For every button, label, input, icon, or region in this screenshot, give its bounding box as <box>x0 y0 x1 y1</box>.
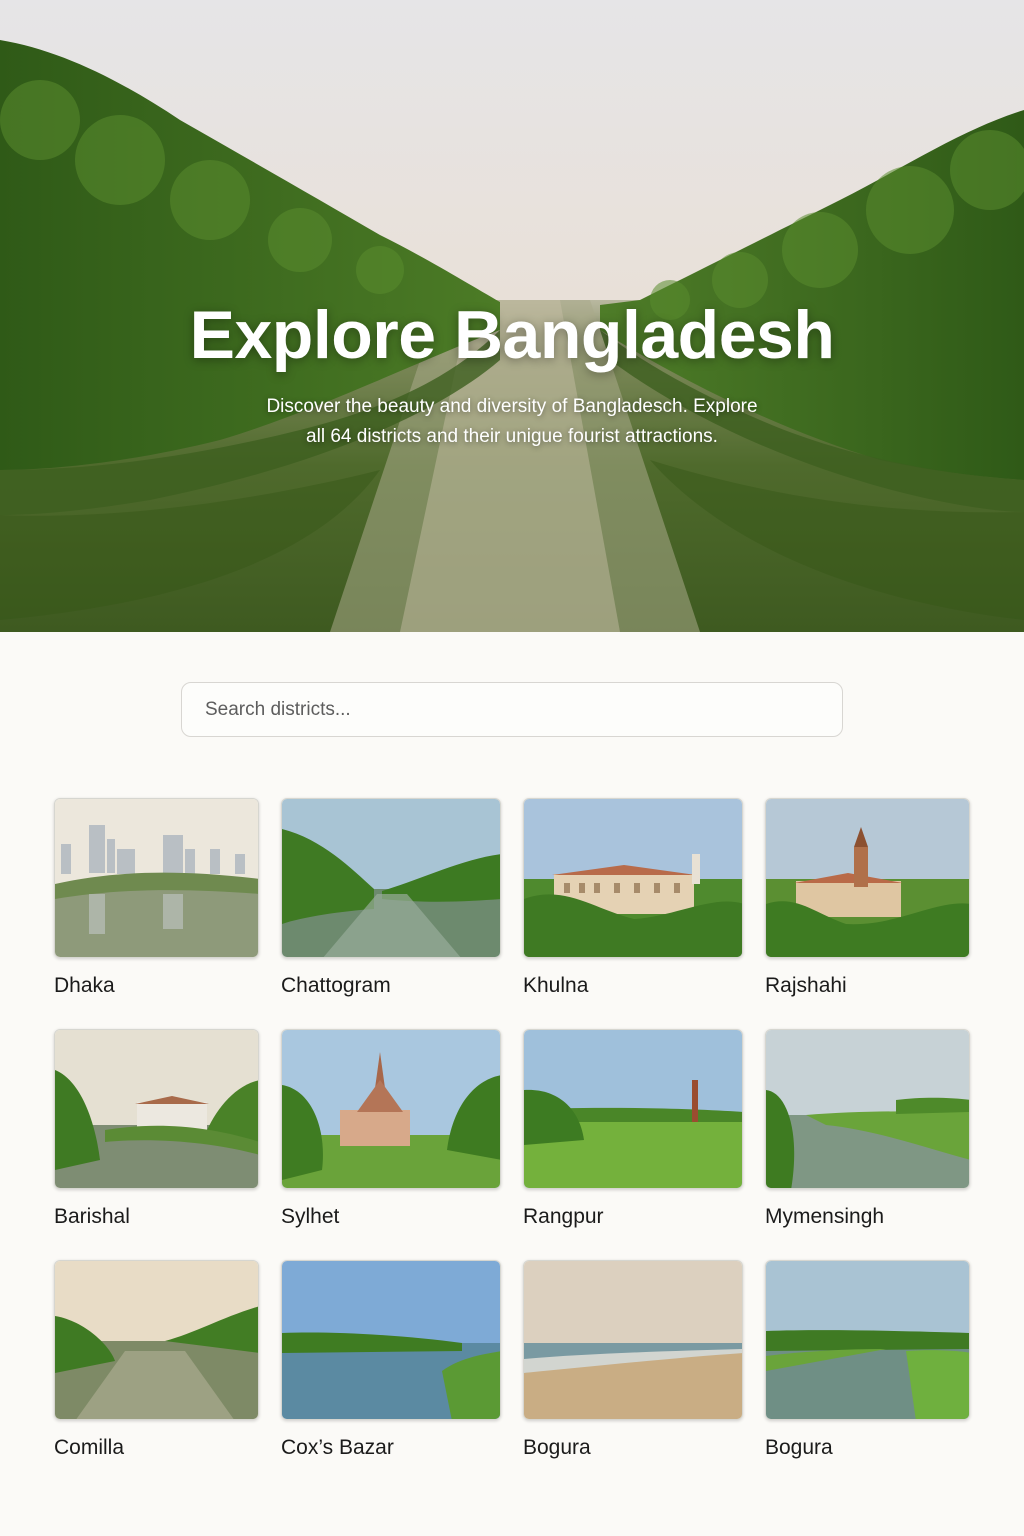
district-card-rangpur[interactable]: Rangpur <box>523 1029 743 1228</box>
district-image[interactable] <box>523 798 743 958</box>
hero-banner: Explore Bangladesh Discover the beauty a… <box>0 0 1024 632</box>
district-name[interactable]: Bogura <box>523 1436 591 1460</box>
district-card-sylhet[interactable]: Sylhet <box>281 1029 501 1228</box>
page-title: Explore Bangladesh <box>189 297 835 373</box>
district-image[interactable] <box>54 798 259 958</box>
district-card-mymensingh[interactable]: Mymensingh <box>765 1029 970 1228</box>
district-card-dhaka[interactable]: Dhaka <box>54 798 259 997</box>
district-image[interactable] <box>523 1029 743 1189</box>
district-image[interactable] <box>281 1260 501 1420</box>
district-name[interactable]: Khulna <box>523 974 588 998</box>
district-card-rajshahi[interactable]: Rajshahi <box>765 798 970 997</box>
hero-subtitle: Discover the beauty and diversity of Ban… <box>266 396 758 447</box>
district-card-bogura-beach[interactable]: Bogura <box>523 1260 743 1459</box>
district-image[interactable] <box>523 1260 743 1420</box>
district-name[interactable]: Barishal <box>54 1205 130 1229</box>
district-image[interactable] <box>54 1029 259 1189</box>
district-card-chattogram[interactable]: Chattogram <box>281 798 501 997</box>
district-card-barishal[interactable]: Barishal <box>54 1029 259 1228</box>
district-image[interactable] <box>765 1029 970 1189</box>
district-name[interactable]: Bogura <box>765 1436 833 1460</box>
district-name[interactable]: Rajshahi <box>765 974 847 998</box>
district-name[interactable]: Comilla <box>54 1436 124 1460</box>
district-name[interactable]: Mymensingh <box>765 1205 884 1229</box>
district-name[interactable]: Chattogram <box>281 974 391 998</box>
district-name[interactable]: Sylhet <box>281 1205 339 1229</box>
district-name[interactable]: Rangpur <box>523 1205 604 1229</box>
district-image[interactable] <box>765 798 970 958</box>
district-card-comilla[interactable]: Comilla <box>54 1260 259 1459</box>
search-input[interactable] <box>181 682 843 737</box>
district-name[interactable]: Cox’s Bazar <box>281 1436 394 1460</box>
district-image[interactable] <box>281 798 501 958</box>
district-image[interactable] <box>765 1260 970 1420</box>
district-name[interactable]: Dhaka <box>54 974 115 998</box>
district-card-bogura-river[interactable]: Bogura <box>765 1260 970 1459</box>
district-card-khulna[interactable]: Khulna <box>523 798 743 997</box>
district-image[interactable] <box>54 1260 259 1420</box>
district-card-coxs-bazar[interactable]: Cox’s Bazar <box>281 1260 501 1459</box>
district-image[interactable] <box>281 1029 501 1189</box>
